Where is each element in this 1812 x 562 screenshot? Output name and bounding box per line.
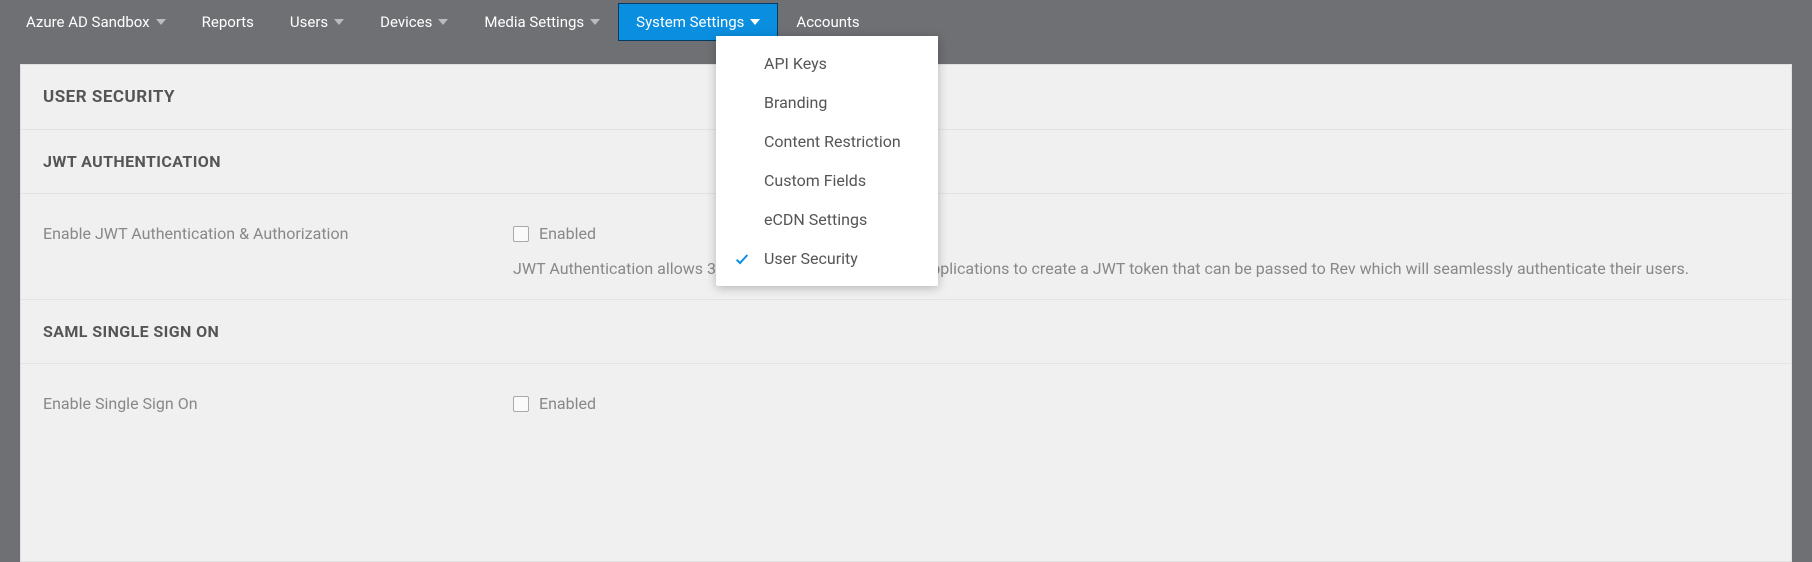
section-title: SAML SINGLE SIGN ON [43, 322, 1769, 341]
jwt-enabled-checkbox[interactable] [513, 226, 529, 242]
dropdown-label: eCDN Settings [764, 210, 867, 229]
nav-label: Accounts [796, 13, 859, 31]
caret-down-icon [750, 19, 760, 25]
field-control: Enabled [513, 394, 1769, 427]
dropdown-item-custom-fields[interactable]: Custom Fields [716, 161, 938, 200]
nav-label: Devices [380, 13, 432, 31]
nav-reports[interactable]: Reports [184, 3, 272, 41]
field-label: Enable Single Sign On [43, 394, 513, 413]
dropdown-item-branding[interactable]: Branding [716, 83, 938, 122]
system-settings-dropdown: API Keys Branding Content Restriction Cu… [716, 36, 938, 286]
dropdown-item-content-restriction[interactable]: Content Restriction [716, 122, 938, 161]
dropdown-item-user-security[interactable]: User Security [716, 239, 938, 278]
nav-label: System Settings [636, 13, 744, 31]
dropdown-label: API Keys [764, 54, 827, 73]
caret-down-icon [156, 19, 166, 25]
dropdown-label: User Security [764, 249, 858, 268]
saml-enable-row: Enable Single Sign On Enabled [21, 364, 1791, 445]
help-text: JWT Authentication allows 3rd party deve… [513, 257, 1753, 281]
dropdown-label: Custom Fields [764, 171, 866, 190]
check-icon [734, 251, 750, 267]
nav-media-settings[interactable]: Media Settings [466, 3, 618, 41]
dropdown-item-api-keys[interactable]: API Keys [716, 44, 938, 83]
nav-label: Media Settings [484, 13, 584, 31]
caret-down-icon [438, 19, 448, 25]
dropdown-label: Branding [764, 93, 827, 112]
nav-label: Reports [202, 13, 254, 31]
checkbox-wrap: Enabled [513, 224, 1769, 243]
field-label: Enable JWT Authentication & Authorizatio… [43, 224, 513, 243]
nav-label: Azure AD Sandbox [26, 13, 150, 31]
caret-down-icon [334, 19, 344, 25]
checkbox-label: Enabled [539, 224, 596, 243]
caret-down-icon [590, 19, 600, 25]
saml-section-header: SAML SINGLE SIGN ON [21, 300, 1791, 364]
dropdown-label: Content Restriction [764, 132, 901, 151]
nav-users[interactable]: Users [272, 3, 362, 41]
checkbox-label: Enabled [539, 394, 596, 413]
field-control: Enabled JWT Authentication allows 3rd pa… [513, 224, 1769, 281]
nav-azure-ad-sandbox[interactable]: Azure AD Sandbox [8, 3, 184, 41]
checkbox-wrap: Enabled [513, 394, 1769, 413]
nav-label: Users [290, 13, 328, 31]
saml-enabled-checkbox[interactable] [513, 396, 529, 412]
nav-devices[interactable]: Devices [362, 3, 466, 41]
dropdown-item-ecdn-settings[interactable]: eCDN Settings [716, 200, 938, 239]
